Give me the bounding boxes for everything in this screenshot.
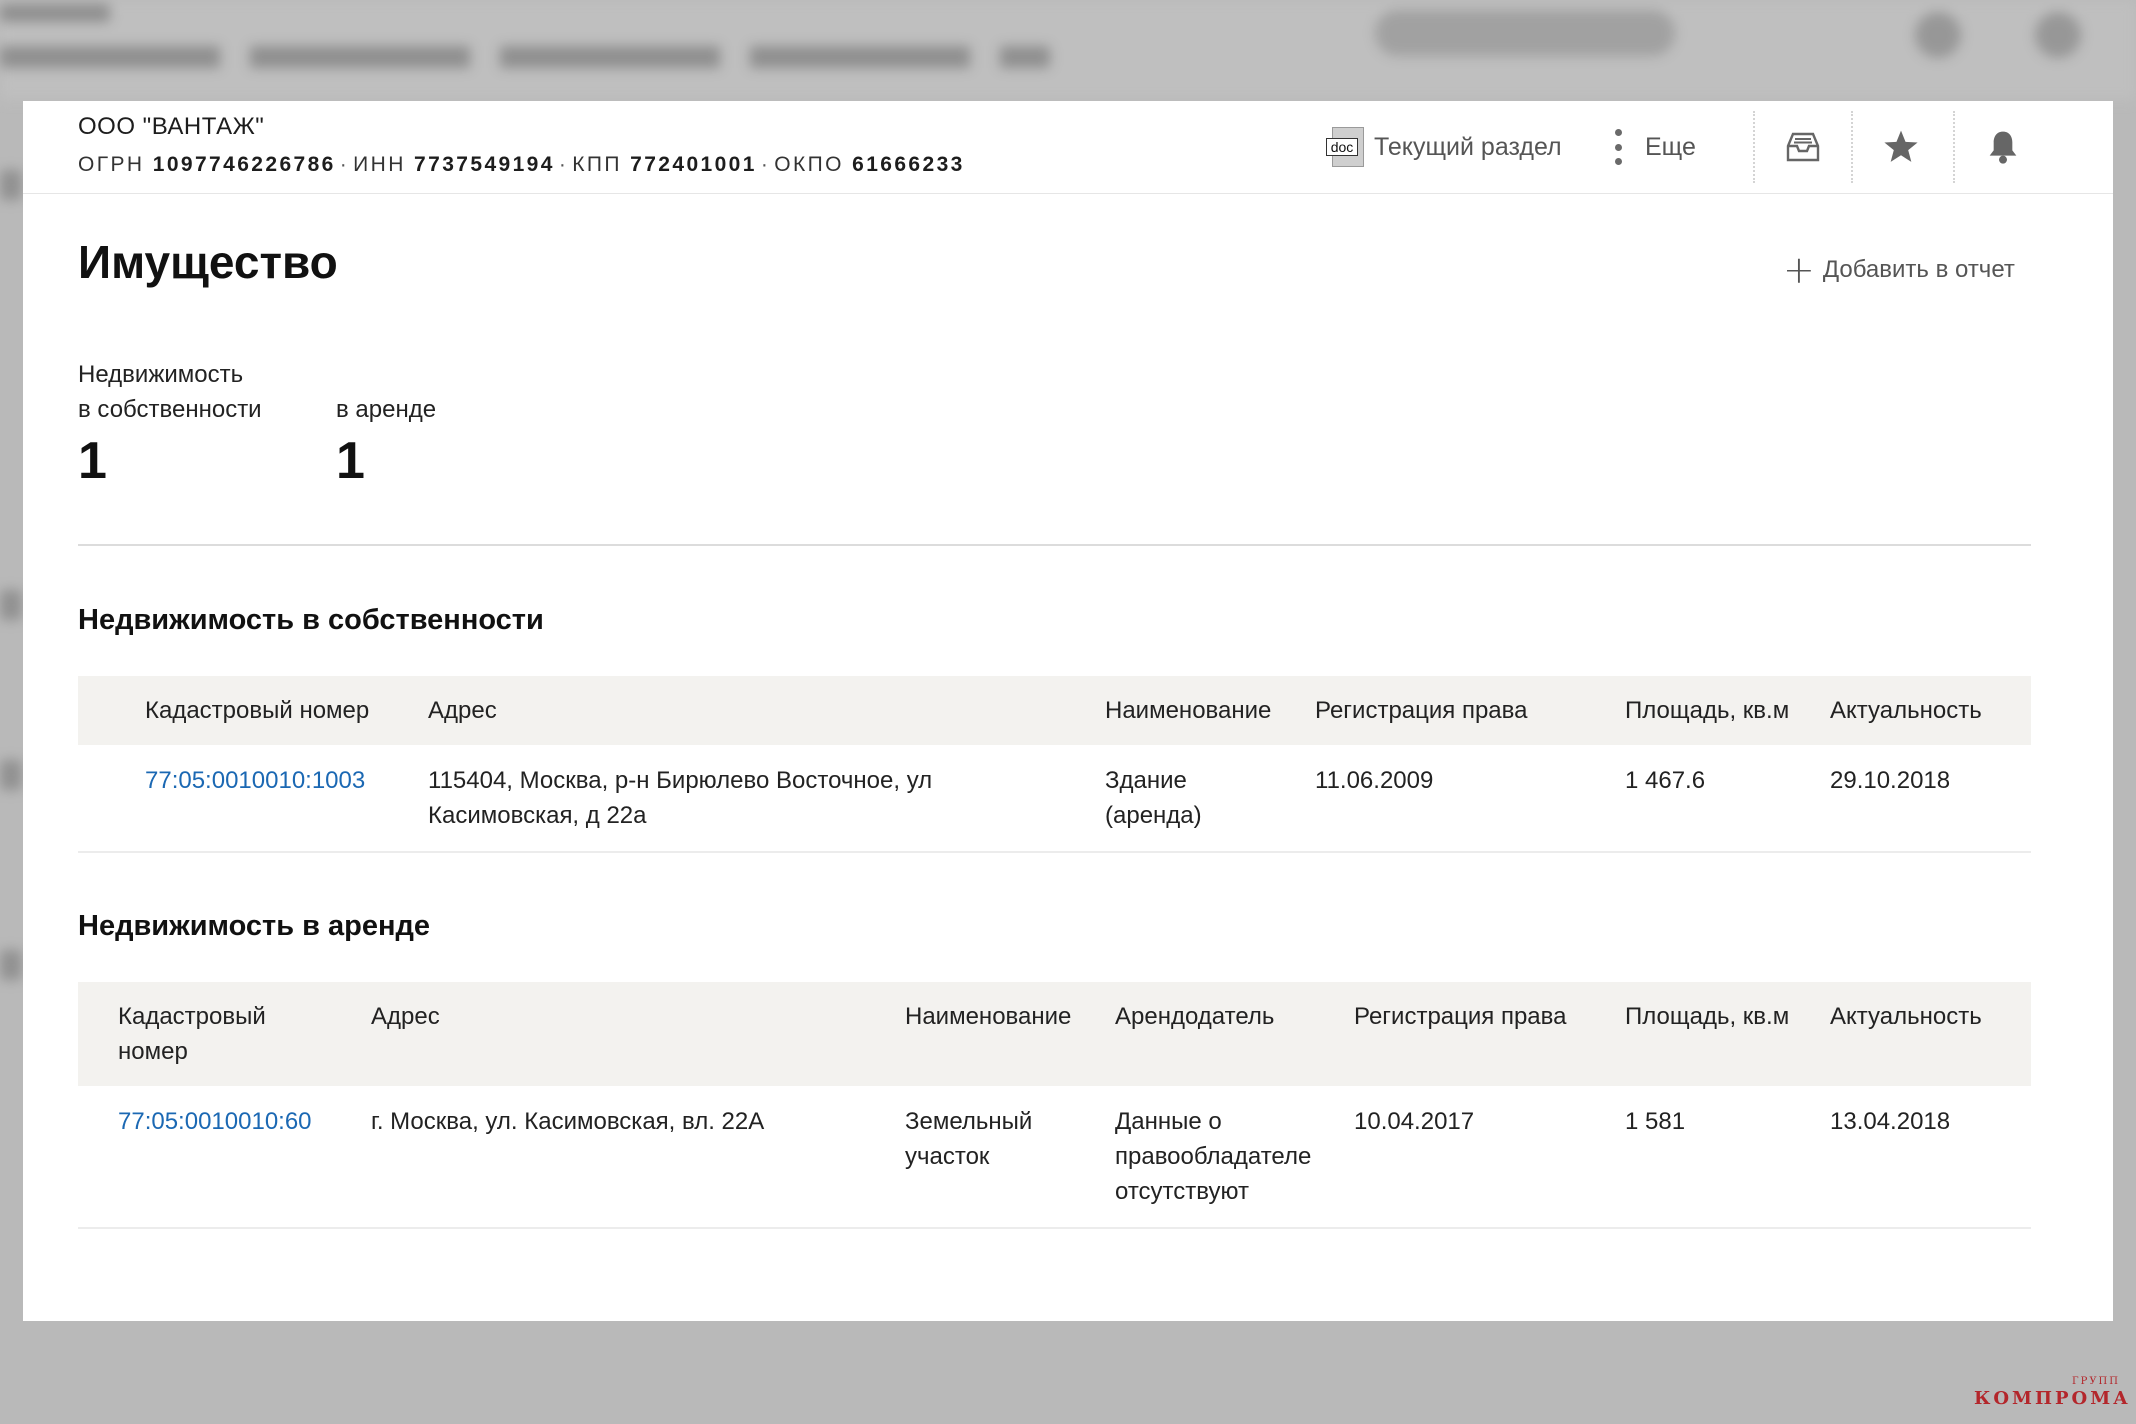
cadastral-number-link[interactable]: 77:05:0010010:60	[118, 1104, 312, 1139]
inn-label: ИНН	[353, 153, 406, 176]
more-button[interactable]: Еще	[1613, 123, 1696, 171]
background-tabs-blur	[0, 46, 1050, 68]
svg-text:ГРУПП: ГРУПП	[2072, 1376, 2120, 1387]
background-text-blur	[0, 760, 22, 790]
leased-table: Кадастровый номер Адрес Наименование Аре…	[78, 982, 2031, 1229]
column-header-address: Адрес	[428, 697, 497, 724]
table-row: 77:05:0010010:1003 115404, Москва, р-н Б…	[78, 745, 2031, 853]
column-header-cadastral: Кадастровый номер	[118, 1003, 266, 1065]
registration-date-cell: 10.04.2017	[1354, 1108, 1475, 1135]
doc-icon-label: doc	[1326, 138, 1358, 156]
watermark-logo: ГРУПП КОМПРОМАТ	[1974, 1376, 2130, 1409]
kpp-label: КПП	[572, 153, 622, 176]
company-name: ООО "ВАНТАЖ"	[78, 113, 265, 140]
address-cell: г. Москва, ул. Касимовская, вл. 22А	[371, 1108, 765, 1135]
column-header-lessor: Арендодатель	[1115, 1003, 1275, 1030]
cadastral-number-link[interactable]: 77:05:0010010:1003	[145, 763, 365, 798]
more-label: Еще	[1645, 132, 1696, 161]
lessor-cell: Данные о правообладателе отсутствуют	[1115, 1108, 1312, 1205]
leased-table-header: Кадастровый номер Адрес Наименование Аре…	[78, 982, 2031, 1086]
kebab-menu-icon	[1613, 129, 1623, 165]
kpp-value: 772401001	[630, 153, 757, 176]
area-cell: 1 581	[1625, 1108, 1686, 1135]
object-name-cell: Здание (аренда)	[1105, 767, 1202, 829]
area-cell: 1 467.6	[1625, 767, 1706, 794]
stat-owned-label: Недвижимость в собственности	[78, 361, 262, 423]
column-header-name: Наименование	[905, 1003, 1072, 1030]
ogrn-value: 1097746226786	[152, 153, 336, 176]
column-header-registration: Регистрация права	[1315, 697, 1528, 724]
inbox-button[interactable]	[1753, 117, 1853, 177]
separator-dot: ·	[558, 153, 569, 176]
page-title: Имущество	[78, 236, 338, 288]
ogrn-label: ОГРН	[78, 153, 145, 176]
leased-section-title: Недвижимость в аренде	[78, 910, 431, 942]
column-header-cadastral: Кадастровый номер	[145, 697, 370, 724]
actuality-date-cell: 13.04.2018	[1830, 1108, 1951, 1135]
doc-file-icon: doc	[1326, 127, 1364, 167]
registration-date-cell: 11.06.2009	[1315, 767, 1434, 794]
property-modal: ООО "ВАНТАЖ" ОГРН 1097746226786 · ИНН 7737…	[23, 101, 2113, 1321]
column-header-actuality: Актуальность	[1830, 697, 1982, 724]
owned-table-header: Кадастровый номер Адрес Наименование Рег…	[78, 676, 2031, 745]
owned-table: Кадастровый номер Адрес Наименование Рег…	[78, 676, 2031, 853]
background-text-blur	[0, 950, 22, 980]
company-header: ООО "ВАНТАЖ" ОГРН 1097746226786 · ИНН 7737…	[23, 101, 2113, 194]
column-header-address: Адрес	[371, 1003, 440, 1030]
background-profile-pill	[1375, 10, 1675, 56]
address-cell: 115404, Москва, р-н Бирюлево Восточное, …	[428, 767, 933, 829]
object-name-cell: Земельный участок	[905, 1108, 1033, 1170]
column-header-area: Площадь, кв.м	[1625, 697, 1790, 724]
add-to-report-label: Добавить в отчет	[1822, 256, 2015, 283]
stat-leased: в аренде 1	[336, 357, 436, 489]
bell-icon	[1989, 131, 2017, 164]
stat-leased-label: в аренде	[336, 396, 437, 423]
background-icon-blur	[1915, 12, 1961, 58]
column-header-registration: Регистрация права	[1354, 1003, 1567, 1030]
separator-dot: ·	[339, 153, 350, 176]
company-identifiers: ОГРН 1097746226786 · ИНН 7737549194 · КПП 77…	[78, 153, 965, 177]
background-icon-blur	[2035, 12, 2081, 58]
table-row: 77:05:0010010:60 г. Москва, ул. Касимовс…	[78, 1086, 2031, 1229]
owned-section-title: Недвижимость в собственности	[78, 604, 544, 636]
actuality-date-cell: 29.10.2018	[1830, 767, 1951, 794]
background-text-blur	[0, 170, 22, 200]
background-text-blur	[0, 4, 110, 22]
notifications-button[interactable]	[1953, 117, 2053, 177]
separator-dot: ·	[760, 153, 771, 176]
stat-leased-value: 1	[336, 432, 365, 490]
stat-owned: Недвижимость в собственности 1	[78, 357, 262, 489]
svg-text:КОМПРОМАТ: КОМПРОМАТ	[1974, 1388, 2130, 1409]
okpo-label: ОКПО	[774, 153, 844, 176]
background-text-blur	[0, 590, 22, 620]
star-icon	[1884, 130, 1918, 162]
stat-owned-value: 1	[78, 432, 107, 490]
column-header-actuality: Актуальность	[1830, 1003, 1982, 1030]
current-section-label: Текущий раздел	[1374, 132, 1562, 161]
add-to-report-button[interactable]: + Добавить в отчет	[1783, 251, 2015, 289]
favorite-button[interactable]	[1851, 117, 1951, 177]
inbox-tray-icon	[1786, 132, 1820, 162]
column-header-name: Наименование	[1105, 697, 1272, 724]
current-section-button[interactable]: doc Текущий раздел	[1326, 123, 1562, 171]
column-header-area: Площадь, кв.м	[1625, 1003, 1790, 1030]
okpo-value: 61666233	[852, 153, 965, 176]
section-divider	[78, 544, 2031, 546]
plus-icon: +	[1783, 248, 1815, 292]
inn-value: 7737549194	[414, 153, 555, 176]
